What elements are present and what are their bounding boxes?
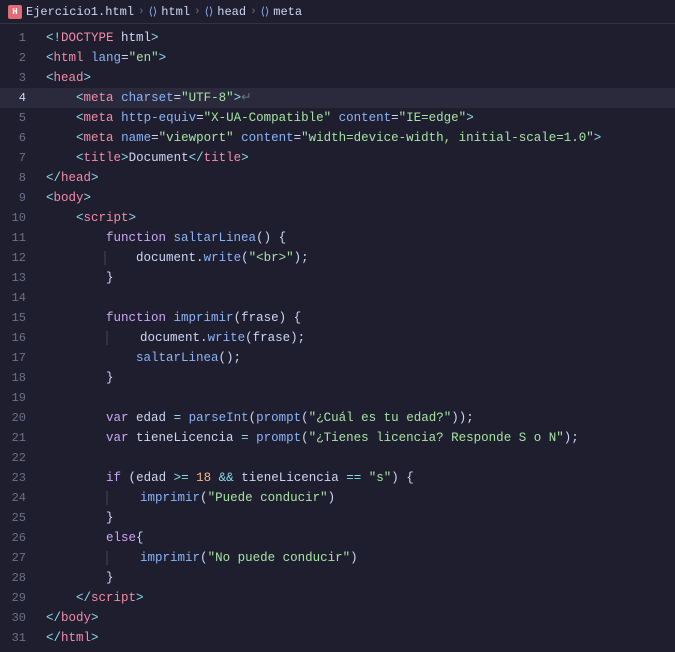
code-line-21: var tieneLicencia = prompt("¿Tienes lice… [38, 428, 675, 448]
ln-31: 31 [0, 628, 38, 648]
ln-3: 3 [0, 68, 38, 88]
code-line-17: saltarLinea(); [38, 348, 675, 368]
ln-7: 7 [0, 148, 38, 168]
code-line-1: <!DOCTYPE html> [38, 28, 675, 48]
ln-8: 8 [0, 168, 38, 188]
ln-16: 16 [0, 328, 38, 348]
breadcrumb-head: head [217, 5, 246, 19]
ln-21: 21 [0, 428, 38, 448]
code-line-18: } [38, 368, 675, 388]
breadcrumb-html: html [161, 5, 190, 19]
ln-19: 19 [0, 388, 38, 408]
breadcrumb-html-icon: ⟨⟩ [149, 5, 158, 19]
editor: 1 2 3 4 5 6 7 8 9 10 11 12 13 14 15 16 1… [0, 24, 675, 652]
code-line-27: imprimir("No puede conducir") [38, 548, 675, 568]
code-line-15: function imprimir(frase) { [38, 308, 675, 328]
code-line-6: <meta name="viewport" content="width=dev… [38, 128, 675, 148]
ln-23: 23 [0, 468, 38, 488]
ln-9: 9 [0, 188, 38, 208]
code-line-30: </body> [38, 608, 675, 628]
ln-22: 22 [0, 448, 38, 468]
code-line-3: <head> [38, 68, 675, 88]
code-line-24: imprimir("Puede conducir") [38, 488, 675, 508]
ln-5: 5 [0, 108, 38, 128]
breadcrumb-head-icon: ⟨⟩ [205, 5, 214, 19]
code-line-14 [38, 288, 675, 308]
ln-25: 25 [0, 508, 38, 528]
code-line-4: <meta charset="UTF-8">↵ [38, 88, 675, 108]
code-line-16: document.write(frase); [38, 328, 675, 348]
code-line-29: </script> [38, 588, 675, 608]
filename: Ejercicio1.html [26, 5, 134, 19]
code-line-12: document.write("<br>"); [38, 248, 675, 268]
code-line-10: <script> [38, 208, 675, 228]
code-line-22 [38, 448, 675, 468]
ln-1: 1 [0, 28, 38, 48]
ln-11: 11 [0, 228, 38, 248]
breadcrumb-bar: H Ejercicio1.html › ⟨⟩ html › ⟨⟩ head › … [0, 0, 675, 24]
ln-10: 10 [0, 208, 38, 228]
ln-18: 18 [0, 368, 38, 388]
code-line-23: if (edad >= 18 && tieneLicencia == "s") … [38, 468, 675, 488]
breadcrumb-sep-1: › [138, 6, 145, 18]
code-line-31: </html> [38, 628, 675, 648]
ln-14: 14 [0, 288, 38, 308]
ln-6: 6 [0, 128, 38, 148]
ln-12: 12 [0, 248, 38, 268]
breadcrumb-meta-icon: ⟨⟩ [261, 5, 270, 19]
ln-15: 15 [0, 308, 38, 328]
code-line-28: } [38, 568, 675, 588]
ln-24: 24 [0, 488, 38, 508]
code-line-5: <meta http-equiv="X-UA-Compatible" conte… [38, 108, 675, 128]
code-line-25: } [38, 508, 675, 528]
ln-4: 4 [0, 88, 38, 108]
ln-30: 30 [0, 608, 38, 628]
ln-20: 20 [0, 408, 38, 428]
ln-27: 27 [0, 548, 38, 568]
ln-2: 2 [0, 48, 38, 68]
ln-17: 17 [0, 348, 38, 368]
line-numbers: 1 2 3 4 5 6 7 8 9 10 11 12 13 14 15 16 1… [0, 24, 38, 652]
code-line-2: <html lang="en"> [38, 48, 675, 68]
code-line-13: } [38, 268, 675, 288]
ln-29: 29 [0, 588, 38, 608]
code-line-8: </head> [38, 168, 675, 188]
code-line-20: var edad = parseInt(prompt("¿Cuál es tu … [38, 408, 675, 428]
breadcrumb-meta: meta [273, 5, 302, 19]
file-icon: H [8, 5, 22, 19]
breadcrumb-sep-3: › [250, 6, 257, 18]
ln-26: 26 [0, 528, 38, 548]
code-line-26: else{ [38, 528, 675, 548]
code-line-9: <body> [38, 188, 675, 208]
code-line-7: <title>Document</title> [38, 148, 675, 168]
code-area[interactable]: <!DOCTYPE html> <html lang="en"> <head> … [38, 24, 675, 652]
ln-13: 13 [0, 268, 38, 288]
breadcrumb-sep-2: › [194, 6, 201, 18]
code-line-11: function saltarLinea() { [38, 228, 675, 248]
code-line-19 [38, 388, 675, 408]
ln-28: 28 [0, 568, 38, 588]
